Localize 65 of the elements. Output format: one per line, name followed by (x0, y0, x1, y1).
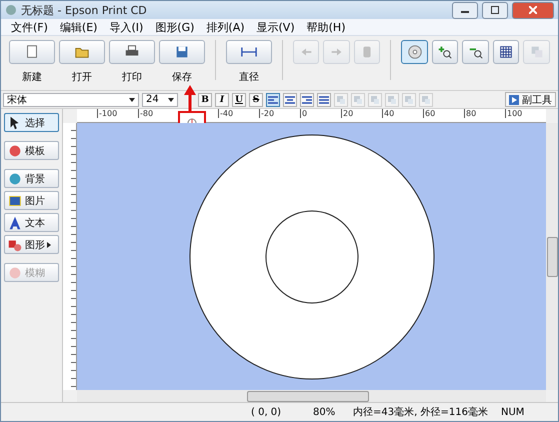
disc-icon (406, 44, 423, 60)
font-dropdown[interactable]: 宋体 (3, 92, 139, 106)
ruler-label: 80 (464, 109, 505, 118)
menu-item[interactable]: 图形(G) (149, 20, 200, 34)
ruler-label: 60 (423, 109, 464, 118)
tool-button[interactable]: 图形 (4, 235, 59, 254)
toolbar-button[interactable] (492, 40, 520, 64)
menu-item[interactable]: 导入(I) (103, 20, 150, 34)
status-text: ( 0, 0) (251, 406, 282, 418)
close-icon (529, 6, 537, 14)
align-button[interactable] (300, 92, 314, 106)
ruler-label: 0 (300, 109, 341, 118)
vertical-scrollbar[interactable] (546, 123, 558, 390)
tool-button[interactable]: 背景 (4, 169, 59, 188)
style-button[interactable]: B (198, 92, 212, 106)
tool-button[interactable]: 模板 (4, 141, 59, 160)
align-button[interactable] (266, 92, 280, 106)
menu-item[interactable]: 显示(V) (250, 20, 301, 34)
horizontal-scrollbar[interactable] (77, 390, 546, 402)
play-icon (509, 94, 519, 104)
align-button[interactable] (317, 92, 331, 106)
app-icon (5, 4, 17, 16)
status-text: 80% (313, 406, 336, 418)
arrange-button[interactable] (385, 92, 399, 106)
toolbar-button[interactable] (432, 40, 458, 64)
tool-button[interactable]: 选择 (4, 113, 59, 132)
blur-icon (7, 264, 23, 280)
grid-icon (498, 44, 514, 60)
style-button[interactable]: I (215, 92, 229, 106)
maximize-icon (491, 6, 499, 14)
status-text: NUM (501, 406, 526, 418)
style-button[interactable]: S (249, 92, 263, 106)
zoom-in-icon (437, 44, 454, 60)
arrange-button[interactable] (351, 92, 365, 106)
tool-button[interactable]: 图片 (4, 191, 59, 210)
ruler-label: 40 (382, 109, 423, 118)
size-dropdown[interactable]: 24 (142, 92, 178, 106)
arrange-button[interactable] (368, 92, 382, 106)
minimize-button[interactable] (452, 2, 478, 18)
save-icon (174, 44, 190, 60)
ruler-label: -40 (218, 109, 259, 118)
text-icon (7, 214, 23, 230)
layers-icon (528, 44, 545, 60)
dropdown-arrow-icon (129, 98, 135, 102)
menu-item[interactable]: 排列(A) (200, 20, 251, 34)
maximize-button[interactable] (482, 2, 508, 18)
ruler-label: -100 (97, 109, 138, 118)
ruler-label: 20 (341, 109, 382, 118)
side-tools-button[interactable]: 副工具 (505, 92, 556, 107)
template-icon (7, 142, 23, 158)
menu-item[interactable]: 编辑(E) (54, 20, 104, 34)
menu-item[interactable]: 帮助(H) (300, 20, 352, 34)
status-text: 内径=43毫米, 外径=116毫米 (353, 406, 489, 419)
arrange-button[interactable] (419, 92, 433, 106)
window-title: 无标题 - Epson Print CD (21, 2, 148, 18)
tool-button[interactable]: 文本 (4, 213, 59, 232)
toolbar-button[interactable] (462, 40, 489, 64)
style-button[interactable]: U (232, 92, 246, 106)
arrange-button[interactable] (402, 92, 416, 106)
new-icon (24, 44, 40, 60)
menu-item[interactable]: 文件(F) (5, 20, 54, 34)
align-button[interactable] (283, 92, 297, 106)
ruler-label: -20 (259, 109, 300, 118)
close-button[interactable] (512, 2, 554, 18)
dropdown-arrow-icon (168, 98, 174, 102)
